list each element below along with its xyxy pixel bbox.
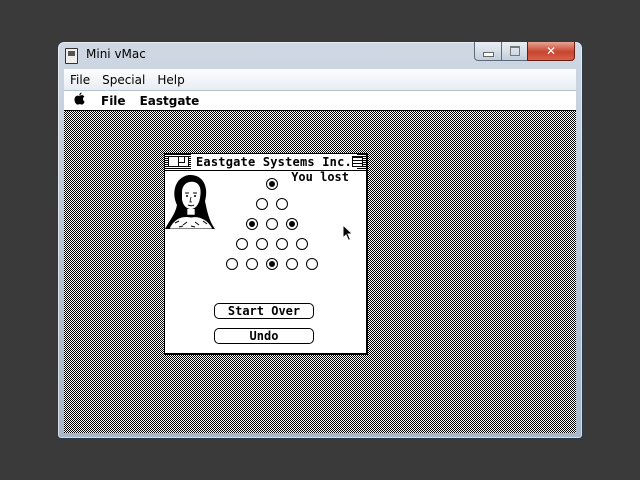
game-titlebar[interactable]: Eastgate Systems Inc. (165, 154, 366, 171)
maximize-button[interactable] (501, 42, 528, 61)
mac-menubar: File Eastgate (64, 91, 576, 111)
game-window: Eastgate Systems Inc. You lost Start Ove… (164, 153, 367, 354)
peg-filled[interactable] (266, 258, 278, 270)
mac-menu-file[interactable]: File (94, 94, 133, 108)
arrow-cursor-icon (342, 224, 354, 242)
emulated-mac-screen[interactable]: File Eastgate Eastgate Systems Inc. You … (64, 91, 576, 433)
peg-hole[interactable] (276, 198, 288, 210)
mac-menu-eastgate[interactable]: Eastgate (133, 94, 207, 108)
host-titlebar[interactable]: Mini vMac ✕ (58, 42, 582, 68)
peg-hole[interactable] (276, 238, 288, 250)
host-title: Mini vMac (86, 47, 146, 61)
maximize-icon (509, 46, 520, 56)
peg-hole[interactable] (236, 238, 248, 250)
peg-hole[interactable] (256, 238, 268, 250)
peg-hole[interactable] (226, 258, 238, 270)
minimize-icon (482, 51, 494, 57)
game-status: You lost (291, 170, 349, 184)
start-over-button[interactable]: Start Over (214, 303, 314, 319)
host-menu-special[interactable]: Special (96, 73, 151, 87)
peg-hole[interactable] (256, 198, 268, 210)
minimize-button[interactable] (474, 42, 502, 61)
game-window-title: Eastgate Systems Inc. (191, 154, 357, 170)
peg-filled[interactable] (266, 178, 278, 190)
peg-hole[interactable] (286, 258, 298, 270)
peg-filled[interactable] (286, 218, 298, 230)
apple-menu[interactable] (64, 92, 94, 109)
peg-filled[interactable] (246, 218, 258, 230)
window-menu-icon[interactable] (352, 156, 363, 167)
apple-icon (74, 92, 85, 105)
portrait-image (165, 174, 215, 229)
app-icon (65, 48, 78, 64)
host-menubar: File Special Help (64, 69, 576, 91)
host-window: Mini vMac ✕ File Special Help File Eastg… (57, 41, 583, 439)
close-button[interactable]: ✕ (527, 42, 575, 61)
host-menu-file[interactable]: File (64, 73, 96, 87)
peg-hole[interactable] (296, 238, 308, 250)
undo-button[interactable]: Undo (214, 328, 314, 344)
window-zoom-box-icon[interactable] (178, 156, 189, 167)
peg-hole[interactable] (306, 258, 318, 270)
close-icon: ✕ (545, 44, 557, 58)
peg-hole[interactable] (246, 258, 258, 270)
peg-hole[interactable] (266, 218, 278, 230)
host-menu-help[interactable]: Help (151, 73, 190, 87)
